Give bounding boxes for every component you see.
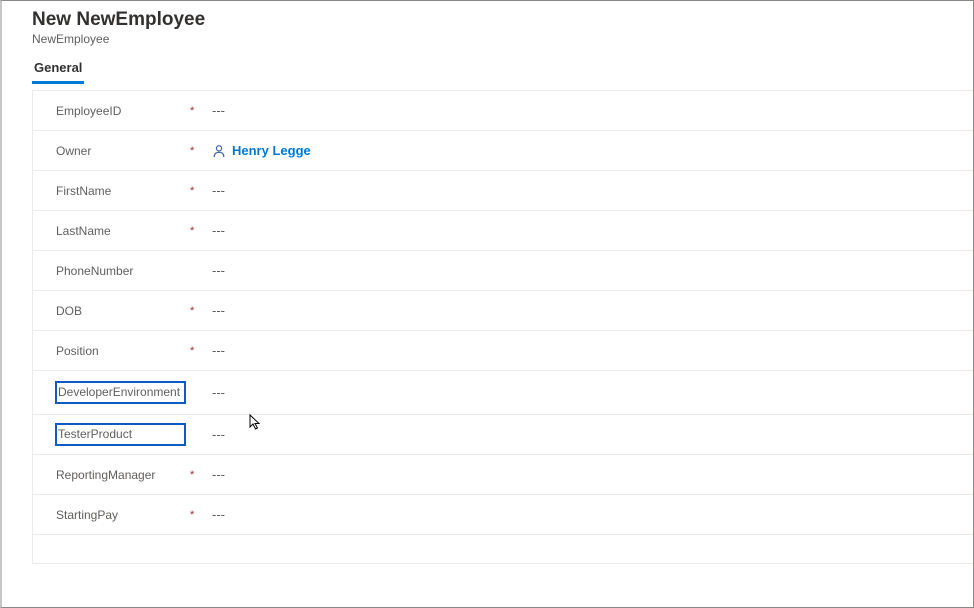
field-row-testerproduct: TesterProduct --- <box>33 415 973 455</box>
field-label-testerproduct: TesterProduct <box>55 423 186 446</box>
owner-name: Henry Legge <box>232 143 311 158</box>
form-page: New NewEmployee NewEmployee General Empl… <box>2 1 973 564</box>
field-row-owner: Owner * Henry Legge <box>33 131 973 171</box>
field-label-position: Position <box>55 342 100 360</box>
field-label-developerenvironment: DeveloperEnvironment <box>55 381 186 404</box>
field-row-firstname: FirstName * --- <box>33 171 973 211</box>
field-label-owner: Owner <box>55 142 92 160</box>
field-row-position: Position * --- <box>33 331 973 371</box>
field-label-startingpay: StartingPay <box>55 506 119 524</box>
required-indicator: * <box>190 509 208 521</box>
field-value-developerenvironment[interactable]: --- <box>208 385 973 400</box>
field-label-phonenumber: PhoneNumber <box>55 262 134 280</box>
person-icon <box>212 144 226 158</box>
field-value-startingpay[interactable]: --- <box>208 507 973 522</box>
field-row-dob: DOB * --- <box>33 291 973 331</box>
field-label-lastname: LastName <box>55 222 112 240</box>
field-value-testerproduct[interactable]: --- <box>208 427 973 442</box>
field-value-dob[interactable]: --- <box>208 303 973 318</box>
field-label-firstname: FirstName <box>55 182 112 200</box>
field-row-employeeid: EmployeeID * --- <box>33 91 973 131</box>
required-indicator: * <box>190 145 208 157</box>
field-value-employeeid[interactable]: --- <box>208 103 973 118</box>
field-value-owner-lookup[interactable]: Henry Legge <box>208 143 973 158</box>
form-general: EmployeeID * --- Owner * Henry Legge Fir… <box>32 90 973 564</box>
field-label-reportingmanager: ReportingManager <box>55 466 156 484</box>
field-value-phonenumber[interactable]: --- <box>208 263 973 278</box>
page-subtitle: NewEmployee <box>32 32 973 46</box>
tab-general[interactable]: General <box>32 56 84 84</box>
required-indicator: * <box>190 305 208 317</box>
required-indicator: * <box>190 225 208 237</box>
required-indicator: * <box>190 469 208 481</box>
required-indicator: * <box>190 185 208 197</box>
page-title: New NewEmployee <box>32 9 973 31</box>
field-value-lastname[interactable]: --- <box>208 223 973 238</box>
tabs: General <box>32 56 973 84</box>
field-row-reportingmanager: ReportingManager * --- <box>33 455 973 495</box>
field-value-reportingmanager[interactable]: --- <box>208 467 973 482</box>
field-label-dob: DOB <box>55 302 83 320</box>
field-value-firstname[interactable]: --- <box>208 183 973 198</box>
required-indicator: * <box>190 105 208 117</box>
field-row-startingpay: StartingPay * --- <box>33 495 973 535</box>
field-label-employeeid: EmployeeID <box>55 102 122 120</box>
field-row-lastname: LastName * --- <box>33 211 973 251</box>
required-indicator: * <box>190 345 208 357</box>
blank-row <box>33 535 973 563</box>
field-row-developerenvironment: DeveloperEnvironment --- <box>33 371 973 415</box>
field-row-phonenumber: PhoneNumber --- <box>33 251 973 291</box>
field-value-position[interactable]: --- <box>208 343 973 358</box>
